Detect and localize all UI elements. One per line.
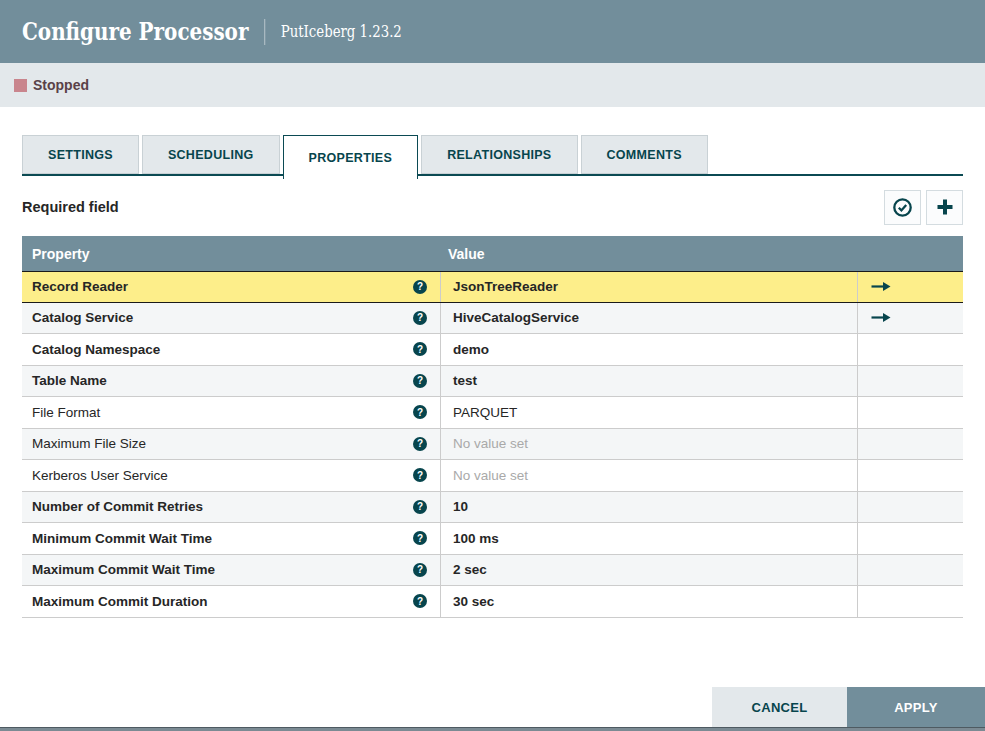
help-icon[interactable]: ? xyxy=(413,342,427,356)
property-name: Number of Commit Retries xyxy=(32,499,203,514)
help-icon[interactable]: ? xyxy=(413,280,427,294)
property-name: Record Reader xyxy=(32,279,128,294)
property-value[interactable]: 30 sec xyxy=(453,594,494,609)
column-header-value: Value xyxy=(440,246,857,262)
property-name: Catalog Namespace xyxy=(32,342,160,357)
property-value[interactable]: PARQUET xyxy=(453,405,517,420)
required-field-hint: Required field xyxy=(22,199,119,215)
status-label: Stopped xyxy=(33,77,89,93)
table-header: Property Value xyxy=(22,236,963,271)
status-bar: Stopped xyxy=(0,63,985,107)
property-row[interactable]: File Format ? PARQUET xyxy=(22,397,963,429)
properties-table: Property Value Record Reader ? JsonTreeR… xyxy=(22,236,963,618)
help-icon[interactable]: ? xyxy=(413,311,427,325)
property-name: Table Name xyxy=(32,373,107,388)
apply-button[interactable]: APPLY xyxy=(847,687,985,727)
column-header-property: Property xyxy=(22,246,440,262)
property-name: Minimum Commit Wait Time xyxy=(32,531,212,546)
help-icon[interactable]: ? xyxy=(413,405,427,419)
help-icon[interactable]: ? xyxy=(413,563,427,577)
tab-bar: SETTINGSSCHEDULINGPROPERTIESRELATIONSHIP… xyxy=(22,135,963,174)
property-name: Maximum Commit Wait Time xyxy=(32,562,215,577)
property-name: File Format xyxy=(32,405,100,420)
go-to-service-icon[interactable] xyxy=(871,312,891,323)
property-row[interactable]: Maximum File Size ? No value set xyxy=(22,429,963,461)
tab-settings[interactable]: SETTINGS xyxy=(22,135,139,174)
verify-properties-button[interactable] xyxy=(884,190,921,225)
tab-relationships[interactable]: RELATIONSHIPS xyxy=(421,135,577,174)
dialog-title: Configure Processor xyxy=(22,17,248,46)
property-value[interactable]: 10 xyxy=(453,499,468,514)
cancel-button[interactable]: CANCEL xyxy=(712,687,847,727)
property-value[interactable]: JsonTreeReader xyxy=(453,279,558,294)
property-value[interactable]: demo xyxy=(453,342,489,357)
property-value[interactable]: 100 ms xyxy=(453,531,499,546)
property-name: Catalog Service xyxy=(32,310,133,325)
dialog-footer: CANCEL APPLY xyxy=(712,687,985,727)
property-value[interactable]: 2 sec xyxy=(453,562,487,577)
check-circle-icon xyxy=(892,197,913,218)
property-row[interactable]: Number of Commit Retries ? 10 xyxy=(22,492,963,524)
help-icon[interactable]: ? xyxy=(413,500,427,514)
help-icon[interactable]: ? xyxy=(413,374,427,388)
property-value[interactable]: No value set xyxy=(453,468,528,483)
property-row[interactable]: Maximum Commit Duration ? 30 sec xyxy=(22,586,963,618)
tab-underline xyxy=(22,174,963,176)
help-icon[interactable]: ? xyxy=(413,531,427,545)
property-row[interactable]: Table Name ? test xyxy=(22,366,963,398)
property-name: Maximum Commit Duration xyxy=(32,594,208,609)
dialog-bottom-edge xyxy=(0,727,985,731)
tab-comments[interactable]: COMMENTS xyxy=(581,135,708,174)
property-value[interactable]: test xyxy=(453,373,477,388)
property-row[interactable]: Kerberos User Service ? No value set xyxy=(22,460,963,492)
stopped-icon xyxy=(14,79,27,92)
dialog-header: Configure Processor PutIceberg 1.23.2 xyxy=(0,0,985,63)
property-row[interactable]: Catalog Service ? HiveCatalogService xyxy=(22,303,963,335)
property-row[interactable]: Record Reader ? JsonTreeReader xyxy=(22,271,963,303)
properties-toolbar: Required field xyxy=(22,189,963,225)
processor-name-version: PutIceberg 1.23.2 xyxy=(281,22,402,41)
property-name: Maximum File Size xyxy=(32,436,146,451)
property-row[interactable]: Catalog Namespace ? demo xyxy=(22,334,963,366)
property-value[interactable]: HiveCatalogService xyxy=(453,310,579,325)
help-icon[interactable]: ? xyxy=(413,594,427,608)
title-separator xyxy=(264,19,265,45)
tab-scheduling[interactable]: SCHEDULING xyxy=(142,135,280,174)
help-icon[interactable]: ? xyxy=(413,437,427,451)
property-row[interactable]: Minimum Commit Wait Time ? 100 ms xyxy=(22,523,963,555)
property-row[interactable]: Maximum Commit Wait Time ? 2 sec xyxy=(22,555,963,587)
go-to-service-icon[interactable] xyxy=(871,281,891,292)
plus-icon xyxy=(935,197,955,217)
add-property-button[interactable] xyxy=(926,190,963,225)
property-name: Kerberos User Service xyxy=(32,468,168,483)
property-value[interactable]: No value set xyxy=(453,436,528,451)
help-icon[interactable]: ? xyxy=(413,468,427,482)
tab-properties[interactable]: PROPERTIES xyxy=(283,135,419,179)
